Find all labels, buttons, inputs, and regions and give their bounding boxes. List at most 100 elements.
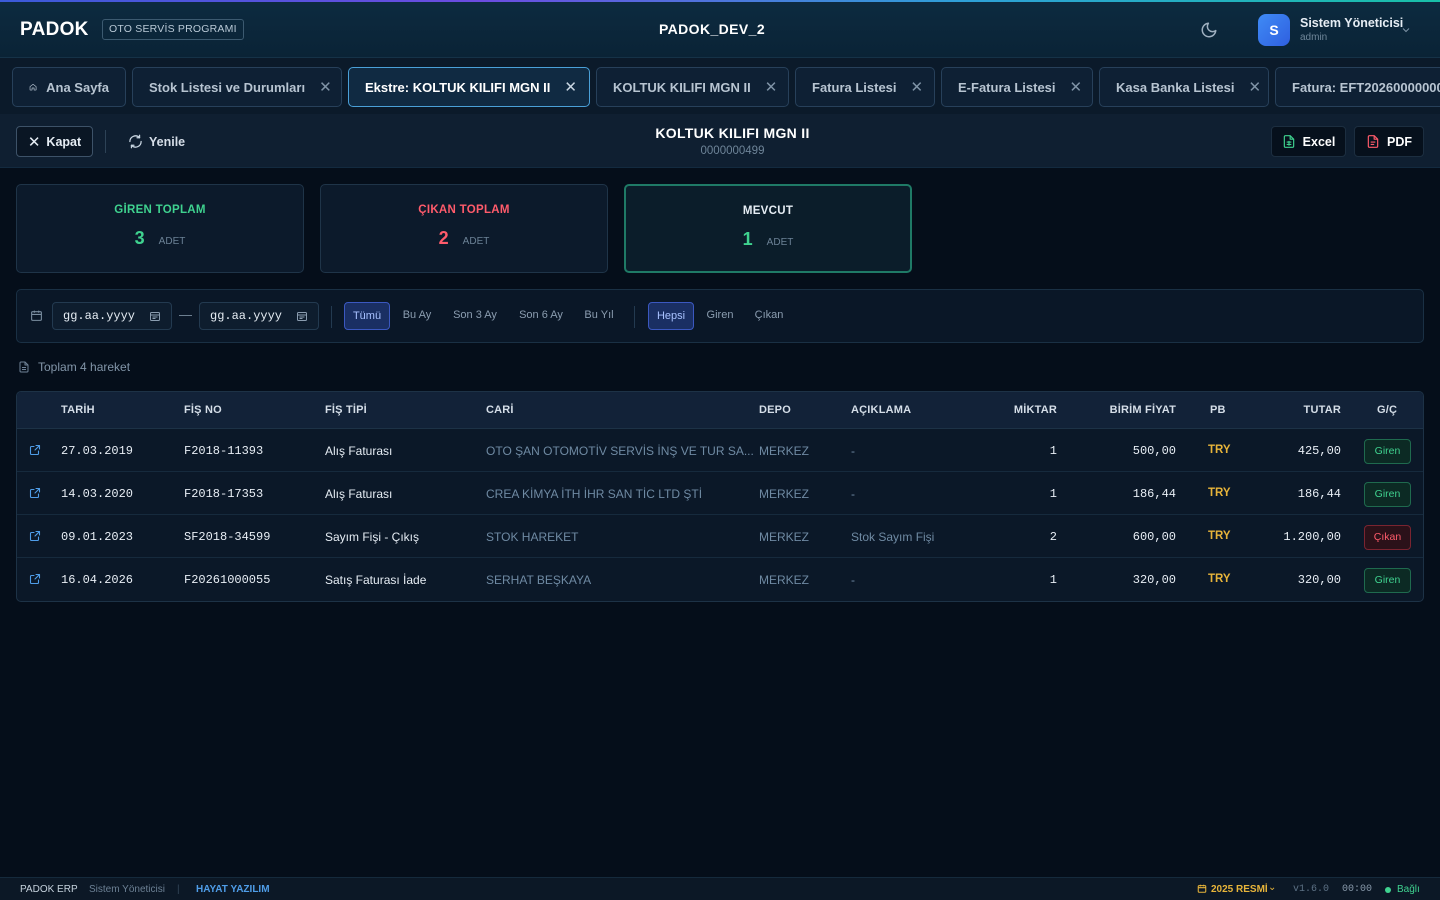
mevcut-label: MEVCUT <box>742 205 794 217</box>
open-document-icon[interactable] <box>29 486 41 504</box>
user-role: admin <box>1300 32 1328 43</box>
period-filter-bu-ay[interactable]: Bu Ay <box>397 302 437 330</box>
status-bar: PADOK ERP Sistem Yöneticisi | HAYAT YAZI… <box>0 877 1440 900</box>
giren-total-value: 3 <box>134 228 145 248</box>
direction-badge: Çıkan <box>1364 525 1411 550</box>
close-tab-icon[interactable]: ✕ <box>911 78 924 96</box>
direction-filter-giren[interactable]: Giren <box>701 302 739 330</box>
column-header-fis-tipi[interactable]: FİŞ TİPİ <box>325 404 367 416</box>
tab-ana-sayfa[interactable]: Ana Sayfa <box>12 67 126 107</box>
direction-badge: Giren <box>1364 482 1411 507</box>
column-header-tarih[interactable]: TARİH <box>61 404 95 416</box>
open-document-icon[interactable] <box>29 572 41 590</box>
cell-miktar: 1 <box>1049 487 1057 501</box>
direction-filter-cikan[interactable]: Çıkan <box>749 302 789 330</box>
movement-count-text: Toplam 4 hareket <box>38 360 131 374</box>
user-name[interactable]: Sistem Yöneticisi <box>1300 16 1403 30</box>
column-header-cari[interactable]: CARİ <box>486 404 514 416</box>
cell-aciklama: Stok Sayım Fişi <box>851 530 935 544</box>
date-to-input[interactable]: gg.aa.yyyy <box>199 302 319 330</box>
open-document-icon[interactable] <box>29 529 41 547</box>
product-code: 0000000499 <box>700 145 765 157</box>
cell-fis-tipi: Alış Faturası <box>325 487 393 501</box>
open-document-icon[interactable] <box>29 443 41 461</box>
direction-filter-hepsi[interactable]: Hepsi <box>648 302 694 330</box>
home-icon <box>29 83 37 91</box>
theme-toggle-moon-icon[interactable] <box>1200 21 1218 39</box>
date-range-separator: — <box>179 307 192 322</box>
period-filter-son-6-ay[interactable]: Son 6 Ay <box>513 302 569 330</box>
tab-koltuk-kilifi[interactable]: KOLTUK KILIFI MGN II ✕ <box>596 67 789 107</box>
cell-miktar: 1 <box>1049 573 1057 587</box>
column-header-miktar[interactable]: MİKTAR <box>957 404 1057 416</box>
mevcut-unit: ADET <box>766 237 794 248</box>
cell-fis-tipi: Satış Faturası İade <box>325 573 427 587</box>
chevron-down-icon[interactable]: ⌄ <box>1268 882 1276 893</box>
close-tab-icon[interactable]: ✕ <box>1249 78 1262 96</box>
cell-pb: TRY <box>1208 444 1231 456</box>
cell-depo: MERKEZ <box>759 444 810 458</box>
user-avatar[interactable]: S <box>1258 14 1290 46</box>
cell-aciklama: - <box>851 444 855 458</box>
tab-label: Ekstre: KOLTUK KILIFI MGN II <box>365 79 551 95</box>
connection-dot-icon <box>1385 887 1391 893</box>
tab-fatura-listesi[interactable]: Fatura Listesi ✕ <box>795 67 935 107</box>
cell-tutar: 1.200,00 <box>1283 530 1341 544</box>
close-tab-icon[interactable]: ✕ <box>765 78 778 96</box>
table-row[interactable]: 16.04.2026 F20261000055 Satış Faturası İad… <box>17 558 1423 601</box>
cell-cari: STOK HAREKET <box>486 530 579 544</box>
close-tab-icon[interactable]: ✕ <box>319 78 332 96</box>
cell-pb: TRY <box>1208 573 1231 585</box>
status-period-selector[interactable]: 2025 RESMİ <box>1211 884 1268 895</box>
column-header-pb[interactable]: PB <box>1210 404 1226 416</box>
status-app-name: PADOK ERP <box>20 884 78 895</box>
table-row[interactable]: 14.03.2020 F2018-17353 Alış Faturası CREA K… <box>17 472 1423 515</box>
column-header-depo[interactable]: DEPO <box>759 404 791 416</box>
close-tab-icon[interactable]: ✕ <box>564 78 577 96</box>
tab-label: Ana Sayfa <box>46 79 109 95</box>
cell-tarih: 16.04.2026 <box>61 573 134 587</box>
date-from-input[interactable]: gg.aa.yyyy <box>52 302 172 330</box>
status-company: HAYAT YAZILIM <box>196 884 270 895</box>
tab-bar: Ana Sayfa Stok Listesi ve Durumları ✕ Ek… <box>0 58 1440 114</box>
movements-table: TARİH FİŞ NO FİŞ TİPİ CARİ DEPO AÇIKLAMA… <box>16 391 1424 602</box>
excel-export-button[interactable]: Excel <box>1271 126 1346 157</box>
cell-miktar: 2 <box>1049 530 1057 544</box>
chevron-down-icon[interactable] <box>1400 24 1412 36</box>
column-header-aciklama[interactable]: AÇIKLAMA <box>851 404 911 416</box>
document-icon <box>19 361 29 373</box>
period-filter-son-3-ay[interactable]: Son 3 Ay <box>447 302 503 330</box>
table-row[interactable]: 09.01.2023 SF2018-34599 Sayım Fişi - Çıkış… <box>17 515 1423 558</box>
cell-depo: MERKEZ <box>759 530 810 544</box>
summary-card-mevcut: MEVCUT 1 ADET <box>624 184 912 273</box>
column-header-birim-fiyat[interactable]: BİRİM FİYAT <box>1077 404 1176 416</box>
filter-bar: gg.aa.yyyy — gg.aa.yyyy Tümü Bu Ay Son 3… <box>16 289 1424 343</box>
cell-cari: SERHAT BEŞKAYA <box>486 573 592 587</box>
close-tab-icon[interactable]: ✕ <box>1070 78 1083 96</box>
period-filter-tumu[interactable]: Tümü <box>344 302 390 330</box>
column-header-gc[interactable]: G/Ç <box>1377 404 1397 416</box>
tab-kasa-banka-listesi[interactable]: Kasa Banka Listesi ✕ <box>1099 67 1269 107</box>
page-title: KOLTUK KILIFI MGN II <box>655 125 810 141</box>
tab-e-fatura-listesi[interactable]: E-Fatura Listesi ✕ <box>941 67 1093 107</box>
table-header: TARİH FİŞ NO FİŞ TİPİ CARİ DEPO AÇIKLAMA… <box>17 392 1423 429</box>
summary-card-cikan: ÇIKAN TOPLAM 2 ADET <box>320 184 608 273</box>
date-picker-icon[interactable] <box>149 310 161 322</box>
cell-birim-fiyat: 320,00 <box>1132 573 1176 587</box>
pdf-export-button[interactable]: PDF <box>1354 126 1424 157</box>
tab-ekstre[interactable]: Ekstre: KOLTUK KILIFI MGN II ✕ <box>348 67 590 107</box>
calendar-icon <box>1197 883 1207 897</box>
tab-label: Stok Listesi ve Durumları <box>149 79 306 95</box>
pdf-label: PDF <box>1387 134 1412 149</box>
cell-pb: TRY <box>1208 487 1231 499</box>
column-header-fis-no[interactable]: FİŞ NO <box>184 404 222 416</box>
filter-divider <box>331 306 332 328</box>
date-picker-icon[interactable] <box>296 310 308 322</box>
tab-stok-listesi[interactable]: Stok Listesi ve Durumları ✕ <box>132 67 342 107</box>
cell-tarih: 14.03.2020 <box>61 487 134 501</box>
period-filter-bu-yil[interactable]: Bu Yıl <box>579 302 619 330</box>
giren-total-unit: ADET <box>158 236 186 247</box>
column-header-tutar[interactable]: TUTAR <box>1241 404 1341 416</box>
tab-fatura-eft[interactable]: Fatura: EFT2026000000000 <box>1275 67 1440 107</box>
table-row[interactable]: 27.03.2019 F2018-11393 Alış Faturası OTO ŞA… <box>17 429 1423 472</box>
